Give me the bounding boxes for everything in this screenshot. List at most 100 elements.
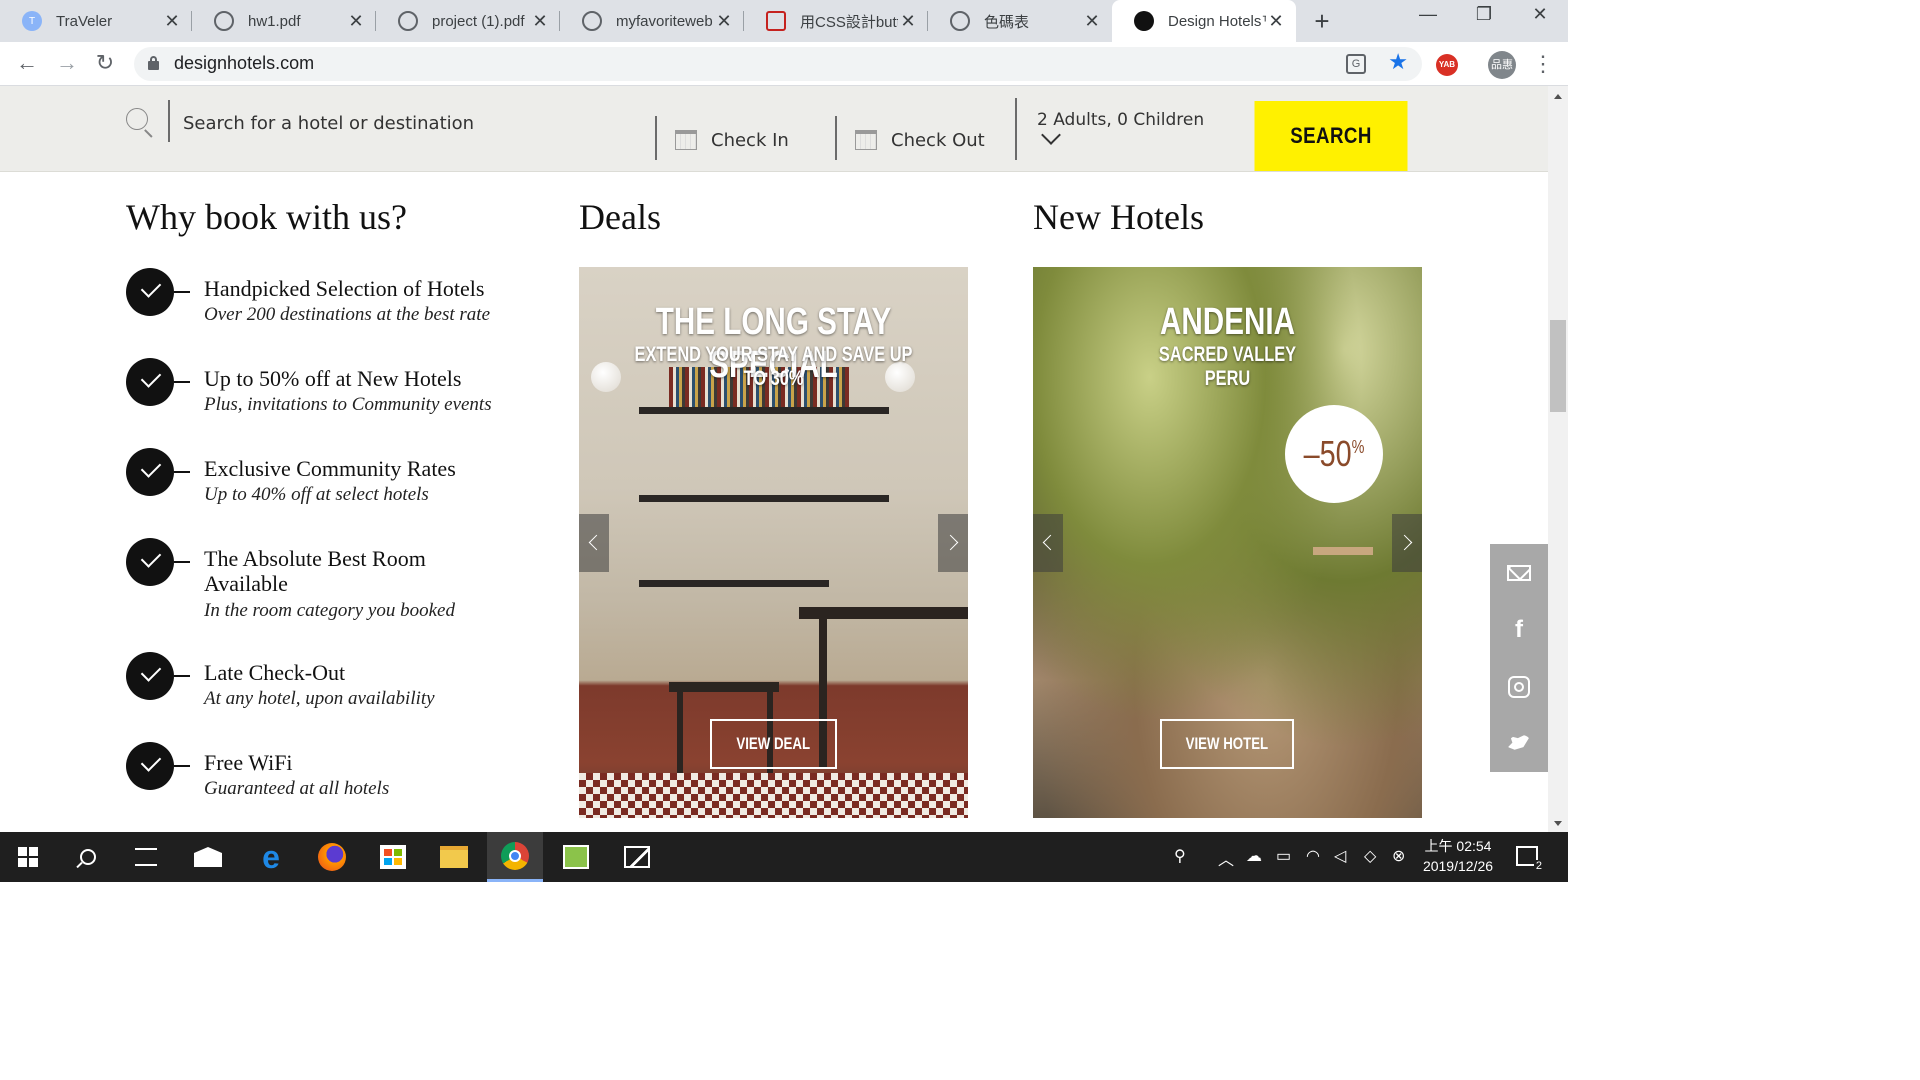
close-window-icon[interactable]: ✕ (1520, 4, 1560, 25)
scroll-down-icon[interactable] (1554, 821, 1562, 826)
benefit-title: Handpicked Selection of Hotels (204, 276, 485, 301)
twitter-icon[interactable] (1490, 715, 1548, 772)
tab-css-button[interactable]: 用CSS設計butto ✕ (744, 0, 928, 42)
page-scrollbar[interactable] (1548, 86, 1568, 832)
close-icon[interactable]: ✕ (1082, 11, 1102, 32)
list-item: Free WiFi Guaranteed at all hotels (126, 742, 546, 812)
wifi-icon[interactable]: ◠ (1306, 846, 1320, 866)
tab-color-codes[interactable]: 色碼表 ✕ (928, 0, 1112, 42)
close-icon[interactable]: ✕ (346, 11, 366, 32)
more-menu-icon[interactable]: ⋮ (1532, 50, 1554, 78)
search-button[interactable]: SEARCH (1254, 101, 1408, 171)
view-hotel-button[interactable]: VIEW HOTEL (1160, 719, 1294, 769)
divider (835, 116, 837, 160)
tab-myfavoriteweb[interactable]: myfavoriteweb ✕ (560, 0, 744, 42)
battery-icon[interactable]: ▭ (1276, 846, 1291, 866)
plus-icon[interactable]: + (1308, 6, 1336, 37)
carousel-prev-button[interactable] (579, 514, 609, 572)
mail-icon[interactable] (1490, 544, 1548, 601)
destination-search-input[interactable] (183, 110, 643, 136)
stool-illustration (669, 682, 779, 692)
view-hotel-label: VIEW HOTEL (1185, 734, 1269, 753)
social-share-bar: f (1490, 544, 1548, 772)
divider (168, 100, 170, 142)
browser-toolbar: ← → ↻ designhotels.com G ★ (0, 42, 1568, 86)
divider (174, 381, 190, 383)
search-icon[interactable] (60, 832, 116, 882)
close-circle-icon[interactable]: ⊗ (1392, 846, 1405, 866)
close-icon[interactable]: ✕ (898, 11, 918, 32)
deal-card[interactable]: THE LONG STAY SPECIAL EXTEND YOUR STAY A… (579, 267, 968, 818)
close-icon[interactable]: ✕ (530, 11, 550, 32)
carousel-next-button[interactable] (1392, 514, 1422, 572)
scrollbar-thumb[interactable] (1550, 320, 1566, 412)
benefit-title: Free WiFi (204, 750, 293, 775)
list-item: Up to 50% off at New Hotels Plus, invita… (126, 358, 546, 428)
chrome-icon[interactable] (487, 832, 543, 882)
profile-avatar[interactable]: 品惠 (1488, 51, 1516, 79)
firefox-icon[interactable] (304, 832, 360, 882)
tab-project-pdf[interactable]: project (1).pdf ✕ (376, 0, 560, 42)
people-icon[interactable]: ⚲ (1174, 846, 1186, 866)
volume-icon[interactable]: ◁ (1334, 846, 1346, 866)
benefit-subtitle: At any hotel, upon availability (204, 688, 435, 709)
carousel-next-button[interactable] (938, 514, 968, 572)
shelf-illustration (639, 407, 889, 414)
tab-traveler[interactable]: T TraVeler ✕ (0, 0, 192, 42)
hotel-location-country: PERU (1204, 367, 1251, 390)
forward-arrow-icon[interactable]: → (52, 50, 82, 76)
system-clock[interactable]: 上午 02:54 2019/12/26 (1420, 836, 1496, 876)
divider (174, 471, 190, 473)
restore-icon[interactable]: ❐ (1464, 4, 1504, 25)
close-icon[interactable]: ✕ (714, 11, 734, 32)
mail-app-icon[interactable] (180, 832, 236, 882)
edge-icon[interactable]: e (243, 832, 299, 882)
facebook-icon[interactable]: f (1490, 601, 1548, 658)
new-hotel-card[interactable]: ANDENIA SACRED VALLEY PERU –50% VIEW HOT… (1033, 267, 1422, 818)
task-view-icon[interactable] (118, 832, 174, 882)
new-hotels-title: New Hotels (1033, 197, 1204, 237)
check-in-field[interactable]: Check In (675, 126, 789, 154)
deals-title: Deals (579, 197, 661, 237)
address-bar[interactable]: designhotels.com G ★ (134, 47, 1422, 81)
check-in-label: Check In (711, 129, 789, 151)
notification-center-icon[interactable]: 2 (1516, 846, 1544, 872)
tab-title: Design Hotels™ (1168, 12, 1266, 30)
tab-design-hotels[interactable]: Design Hotels™ ✕ (1112, 0, 1296, 42)
yab-extension-icon[interactable]: YAB (1436, 54, 1458, 76)
divider (655, 116, 657, 160)
bookmark-star-icon[interactable]: ★ (1388, 49, 1408, 75)
translate-icon[interactable]: G (1346, 54, 1366, 74)
checkmark-icon (126, 652, 174, 700)
site-favicon-icon (766, 11, 786, 31)
chevron-up-icon[interactable]: ︿ (1218, 846, 1234, 870)
view-deal-button[interactable]: VIEW DEAL (710, 719, 837, 769)
clock-date: 2019/12/26 (1422, 858, 1494, 874)
view-deal-label: VIEW DEAL (736, 734, 811, 753)
check-out-field[interactable]: Check Out (855, 126, 985, 154)
floor-tiles-illustration (579, 773, 968, 818)
close-icon[interactable]: ✕ (1266, 11, 1286, 32)
close-icon[interactable]: ✕ (162, 11, 182, 32)
benefit-title: Up to 50% off at New Hotels (204, 366, 462, 391)
globe-icon (214, 11, 234, 31)
dropbox-icon[interactable]: ◇ (1364, 846, 1376, 866)
photos-icon[interactable] (609, 832, 665, 882)
minimize-icon[interactable]: — (1408, 4, 1448, 25)
start-button[interactable] (0, 832, 56, 882)
guests-selector[interactable]: 2 Adults, 0 Children (1037, 110, 1204, 130)
scroll-up-icon[interactable] (1554, 94, 1562, 99)
app-icon[interactable] (548, 832, 604, 882)
back-arrow-icon[interactable]: ← (12, 50, 42, 76)
cloud-icon[interactable]: ☁ (1246, 846, 1262, 866)
carousel-prev-button[interactable] (1033, 514, 1063, 572)
deal-subheadline: EXTEND YOUR STAY AND SAVE UP TO 30% (634, 343, 913, 390)
benefit-title: Exclusive Community Rates (204, 456, 456, 481)
file-explorer-icon[interactable] (426, 832, 482, 882)
reload-icon[interactable]: ↻ (90, 50, 120, 76)
tab-title: 用CSS設計butto (800, 13, 898, 31)
store-icon[interactable] (365, 832, 421, 882)
discount-badge: –50% (1285, 405, 1383, 503)
instagram-icon[interactable] (1490, 658, 1548, 715)
tab-hw1-pdf[interactable]: hw1.pdf ✕ (192, 0, 376, 42)
